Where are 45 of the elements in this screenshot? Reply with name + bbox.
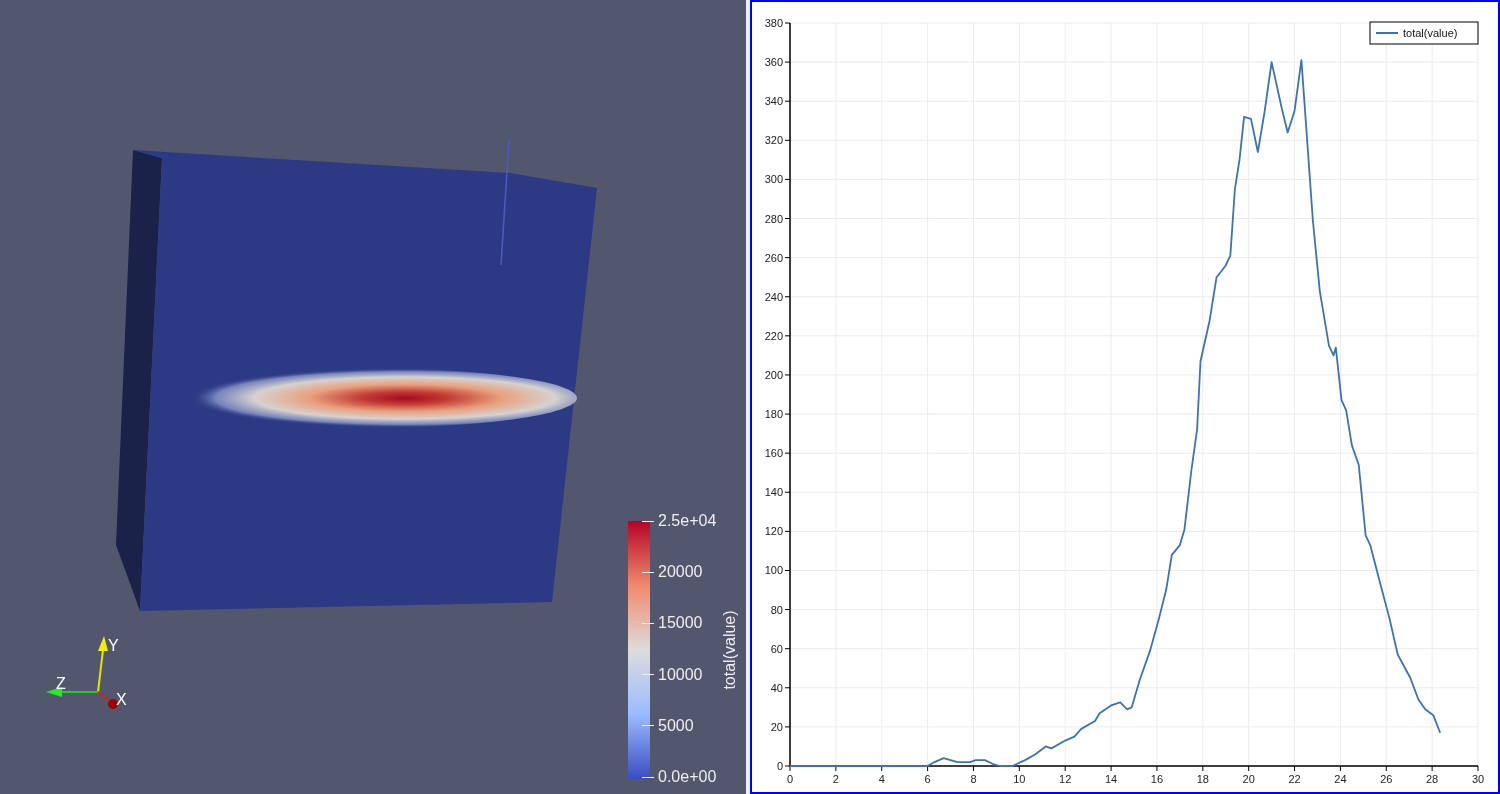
x-tick-label: 26 [1380,773,1393,785]
color-scale-label: 0.0e+00 [658,767,717,787]
x-tick-label: 18 [1196,773,1209,785]
y-tick-label: 280 [764,212,783,225]
y-tick-label: 260 [764,251,783,264]
x-tick-label: 16 [1150,773,1164,785]
x-tick-label: 14 [1104,773,1118,785]
x-tick-label: 28 [1426,773,1439,785]
y-tick-label: 320 [764,134,783,147]
y-tick-label: 20 [770,720,783,733]
color-scale-label: 20000 [658,562,703,583]
y-tick-label: 300 [764,173,783,186]
x-tick-label: 30 [1471,773,1485,785]
orientation-axes-drawing: Y Z X [40,630,135,715]
y-tick-label: 360 [764,56,783,69]
y-tick-label: 160 [764,447,783,460]
x-tick-label: 10 [1013,773,1026,785]
y-tick-label: 60 [770,642,783,655]
y-tick-label: 80 [770,603,783,616]
legend-label: total(value) [1403,27,1458,39]
color-scale-label: 10000 [658,664,703,685]
x-tick-label: 8 [970,773,977,785]
y-tick-label: 380 [764,17,783,29]
y-tick-label: 220 [764,329,783,342]
y-tick-label: 340 [764,95,783,108]
x-tick-label: 2 [832,773,839,785]
y-tick-label: 100 [764,564,783,577]
y-tick-label: 140 [764,486,783,499]
x-tick-label: 12 [1059,773,1072,785]
y-tick-label: 40 [770,681,783,694]
y-tick-label: 200 [764,368,783,381]
y-tick-label: 0 [776,760,783,772]
color-scale-title: total(value) [720,610,739,690]
x-tick-label: 0 [786,773,794,785]
x-tick-label: 6 [924,773,931,785]
x-tick-label: 22 [1288,773,1301,785]
color-scale-label: 5000 [658,715,694,736]
color-scale-label: 15000 [658,613,703,634]
y-tick-label: 180 [764,408,783,421]
x-tick-label: 4 [878,773,885,785]
y-tick-label: 240 [764,290,783,303]
x-tick-label: 20 [1242,773,1255,785]
x-tick-label: 24 [1334,773,1347,785]
color-scale-label: 2.5e+04 [658,511,717,531]
y-tick-label: 120 [764,525,783,538]
